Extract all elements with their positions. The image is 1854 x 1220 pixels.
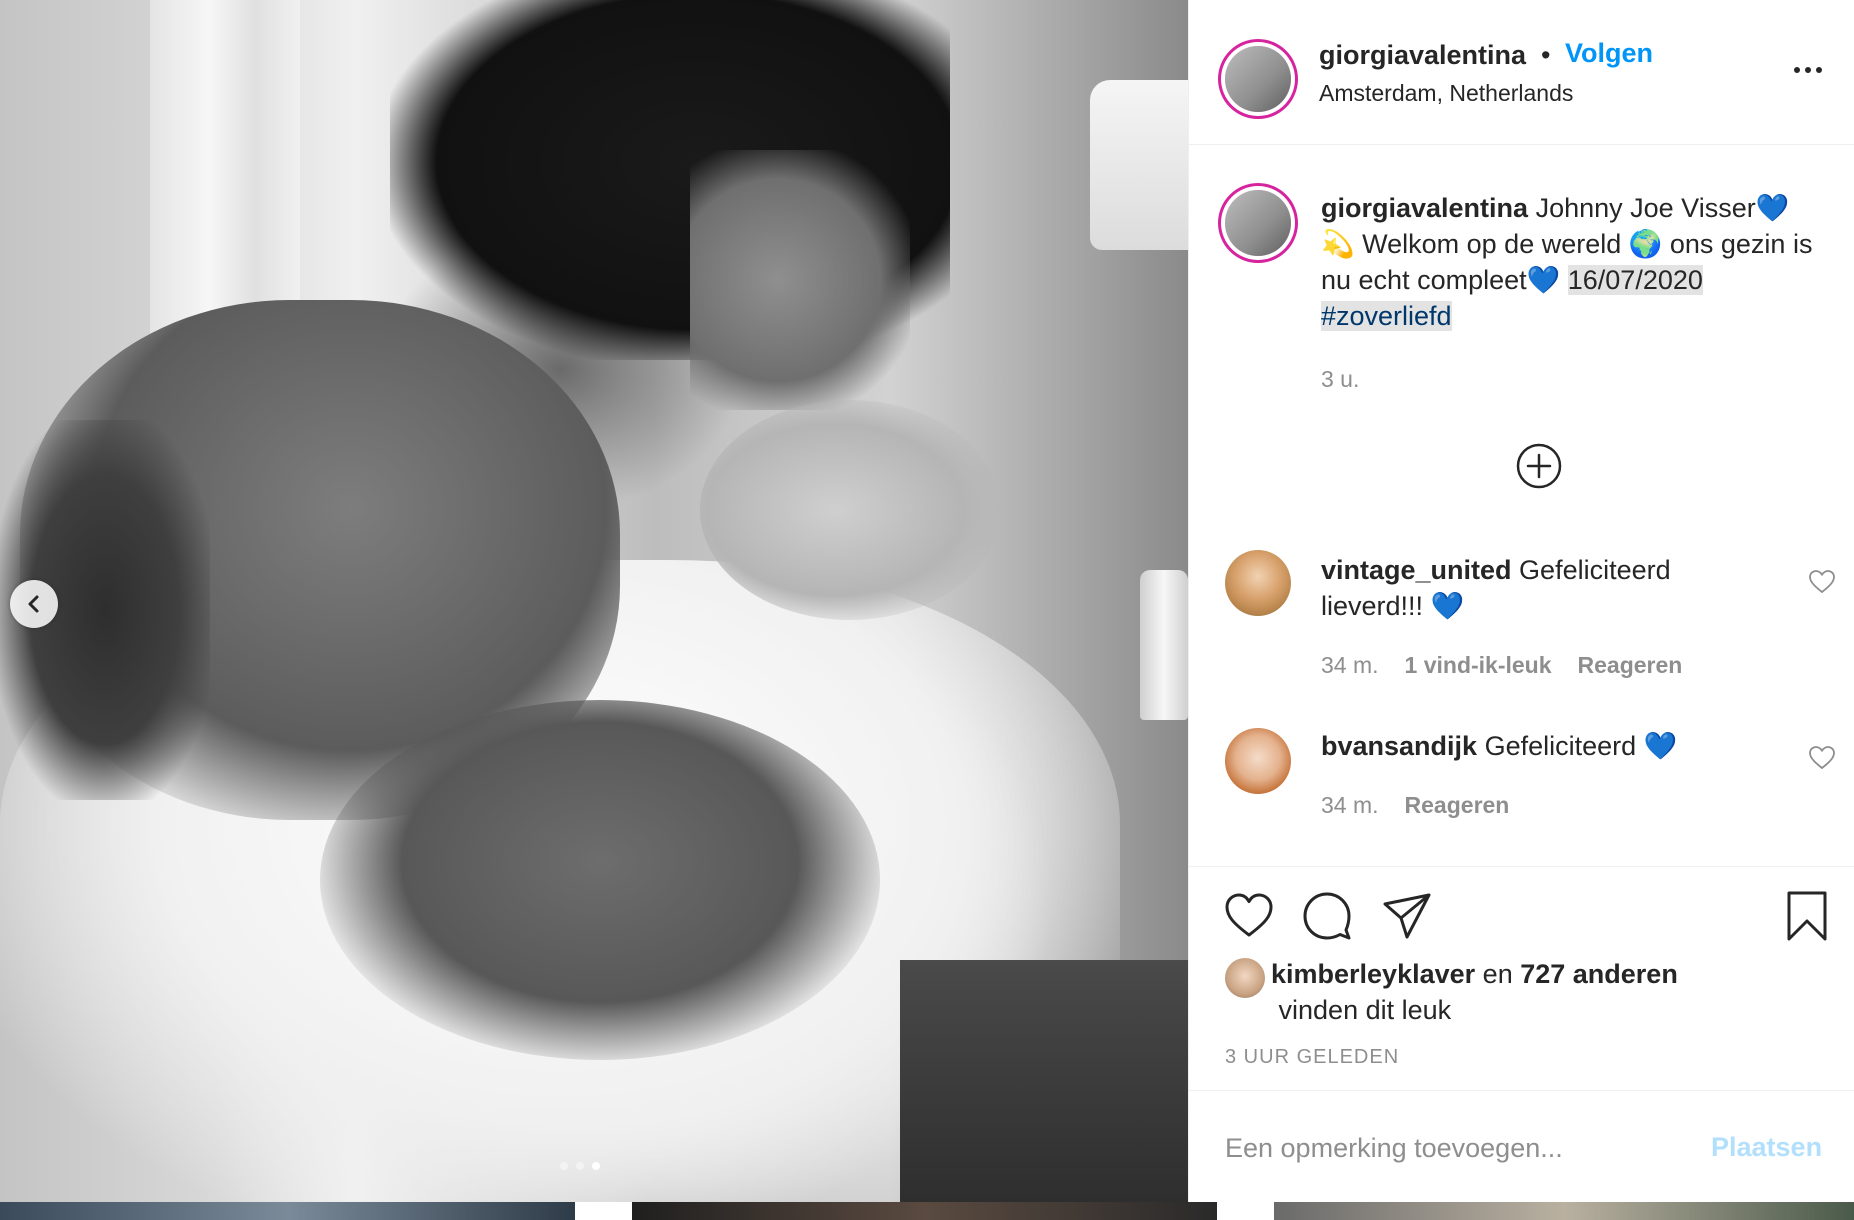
comment-username[interactable]: bvansandijk	[1321, 731, 1477, 761]
comment-bubble-icon	[1303, 892, 1351, 940]
photo-cabinet	[900, 960, 1188, 1202]
caption-username[interactable]: giorgiavalentina	[1321, 193, 1528, 223]
commenter-avatar[interactable]	[1225, 550, 1291, 616]
reply-button[interactable]: Reageren	[1405, 792, 1510, 819]
liker-avatar[interactable]	[1225, 958, 1265, 998]
comment-meta: 34 m. Reageren	[1321, 792, 1509, 819]
comment-likes[interactable]: 1 vind-ik-leuk	[1405, 652, 1552, 679]
header-divider	[1189, 144, 1854, 145]
author-username[interactable]: giorgiavalentina	[1319, 40, 1526, 71]
reply-button[interactable]: Reageren	[1578, 652, 1683, 679]
likes-others-link[interactable]: 727 anderen	[1520, 959, 1678, 989]
comment-time[interactable]: 34 m.	[1321, 652, 1379, 679]
comment-button[interactable]	[1301, 890, 1353, 942]
caption-text-2: 💫 Welkom op de wereld 🌍 ons gezin is nu …	[1321, 229, 1813, 295]
background-thumbnail[interactable]	[632, 1202, 1217, 1220]
thumbnail-gap	[1217, 1202, 1274, 1220]
caption-timestamp[interactable]: 3 u.	[1321, 366, 1359, 393]
comment-meta: 34 m. 1 vind-ik-leuk Reageren	[1321, 652, 1682, 679]
caption-date: 16/07/2020	[1567, 265, 1703, 295]
previous-slide-button[interactable]	[10, 580, 58, 628]
caption-hashtag[interactable]: #zoverliefd	[1321, 301, 1452, 331]
comment: bvansandijk Gefeliciteerd 💙	[1321, 728, 1761, 764]
more-options-button[interactable]	[1793, 60, 1823, 74]
commenter-avatar[interactable]	[1225, 728, 1291, 794]
thumbnail-gap	[575, 1202, 632, 1220]
comment-input[interactable]	[1225, 1124, 1705, 1172]
save-button[interactable]	[1781, 890, 1833, 942]
heart-icon	[1809, 746, 1835, 770]
background-thumbnail-strip	[0, 1202, 1854, 1220]
load-more-comments-button[interactable]	[1515, 442, 1563, 490]
post-timestamp[interactable]: 3 UUR GELEDEN	[1225, 1046, 1399, 1069]
comment-username[interactable]: vintage_united	[1321, 555, 1512, 585]
share-button[interactable]	[1381, 890, 1433, 942]
heart-icon	[1225, 893, 1273, 937]
author-avatar[interactable]	[1218, 39, 1298, 119]
post-modal: giorgiavalentina • Volgen Amsterdam, Net…	[0, 0, 1854, 1220]
input-divider	[1189, 1090, 1854, 1091]
caption-author-avatar[interactable]	[1218, 183, 1298, 263]
separator-dot: •	[1541, 40, 1551, 70]
carousel-indicator	[560, 1162, 600, 1170]
carousel-dot-active	[592, 1162, 600, 1170]
post-caption: giorgiavalentina Johnny Joe Visser💙 💫 We…	[1321, 190, 1827, 334]
carousel-dot	[576, 1162, 584, 1170]
paper-plane-icon	[1383, 893, 1431, 939]
photo-bottle	[1140, 570, 1188, 720]
plus-circle-icon	[1516, 443, 1562, 489]
photo-face	[690, 150, 910, 410]
background-thumbnail[interactable]	[1274, 1202, 1854, 1220]
comment: vintage_united Gefeliciteerd lieverd!!! …	[1321, 552, 1761, 624]
photo-wall-fixture	[1090, 80, 1188, 250]
post-location[interactable]: Amsterdam, Netherlands	[1319, 80, 1573, 107]
post-photo[interactable]	[0, 0, 1188, 1202]
likes-connector: en	[1482, 959, 1513, 989]
comment-like-button[interactable]	[1809, 570, 1835, 594]
background-thumbnail[interactable]	[0, 1202, 575, 1220]
photo-baby	[700, 400, 1000, 620]
post-comment-button[interactable]: Plaatsen	[1711, 1132, 1822, 1163]
carousel-dot	[560, 1162, 568, 1170]
comment-time[interactable]: 34 m.	[1321, 792, 1379, 819]
chevron-left-icon	[28, 595, 39, 613]
caption-text-1: Johnny Joe Visser💙	[1535, 193, 1790, 223]
photo-hand	[320, 700, 880, 1060]
comment-like-button[interactable]	[1809, 746, 1835, 770]
comment-text: Gefeliciteerd 💙	[1484, 731, 1678, 761]
heart-icon	[1809, 570, 1835, 594]
bookmark-icon	[1787, 891, 1827, 941]
more-options-icon	[1794, 67, 1822, 73]
liker-username[interactable]: kimberleyklaver	[1271, 959, 1475, 989]
post-side-panel: giorgiavalentina • Volgen Amsterdam, Net…	[1188, 0, 1854, 1202]
likes-suffix: vinden dit leuk	[1278, 995, 1452, 1025]
actions-divider	[1189, 866, 1854, 867]
like-button[interactable]	[1223, 890, 1275, 942]
follow-button[interactable]: Volgen	[1565, 38, 1653, 69]
likes-summary: kimberleyklaver en 727 anderen vinden di…	[1271, 956, 1791, 1028]
